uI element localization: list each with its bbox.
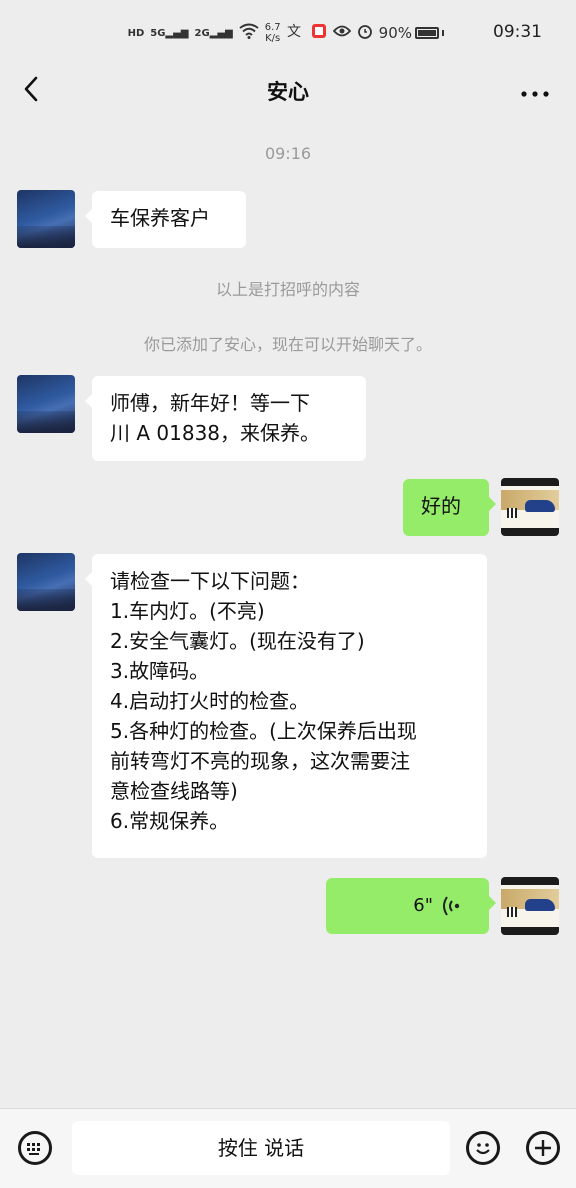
network-speed: 6.7 K/s: [264, 22, 281, 44]
message-bubble-incoming[interactable]: 请检查一下以下问题： 1.车内灯。(不亮) 2.安全气囊灯。(现在没有了) 3.…: [85, 554, 487, 858]
message-bubble-incoming[interactable]: 师傅，新年好！等一下 川 A 01838，来保养。: [85, 376, 366, 461]
signal-5g-icon: 5G▂▄▆: [150, 27, 189, 39]
translate-icon: 文: [287, 23, 305, 43]
message-bubble-incoming[interactable]: 车保养客户: [85, 191, 246, 248]
hold-to-talk-button[interactable]: 按住 说话: [72, 1121, 450, 1175]
input-bar: 按住 说话: [0, 1108, 576, 1188]
chat-timestamp: 09:16: [264, 144, 312, 163]
plus-icon: [535, 1140, 551, 1156]
message-line: 前转弯灯不亮的现象，这次需要注: [110, 749, 410, 773]
message-text: 好的: [421, 494, 461, 518]
message-line: 5.各种灯的检查。(上次保养后出现: [110, 719, 417, 743]
more-button[interactable]: [520, 84, 550, 97]
contact-avatar[interactable]: [17, 190, 75, 248]
message-line: 川 A 01838，来保养。: [110, 421, 321, 445]
message-line: 4.启动打火时的检查。: [110, 689, 310, 713]
self-avatar[interactable]: [501, 478, 559, 536]
battery-icon: [415, 27, 439, 39]
more-functions-button[interactable]: [526, 1131, 560, 1165]
contact-avatar[interactable]: [17, 375, 75, 433]
message-bubble-outgoing[interactable]: 好的: [403, 479, 496, 536]
message-line: 1.车内灯。(不亮): [110, 599, 265, 623]
svg-text:文: 文: [287, 24, 301, 39]
voice-duration: 6": [413, 895, 433, 916]
more-dots-icon: [521, 91, 549, 97]
message-text: 车保养客户: [110, 206, 210, 230]
contact-avatar[interactable]: [17, 553, 75, 611]
app-notification-icon: [311, 23, 327, 43]
message-line: 师傅，新年好！等一下: [110, 391, 310, 415]
signal-2g-icon: 2G▂▄▆: [194, 27, 233, 39]
alarm-icon: [357, 23, 373, 43]
system-message: 你已添加了安心，现在可以开始聊天了。: [143, 335, 432, 354]
message-line: 3.故障码。: [110, 659, 210, 683]
status-bar: HD 5G▂▄▆ 2G▂▄▆ 6.7 K/s 文 90% 09:31: [0, 0, 576, 66]
eye-icon: [332, 24, 351, 42]
voice-message-bubble[interactable]: 6": [326, 878, 496, 934]
emoji-icon: [476, 1143, 490, 1155]
message-line: 6.常规保养。: [110, 809, 230, 833]
status-icons: HD 5G▂▄▆ 2G▂▄▆ 6.7 K/s 文 90%: [128, 18, 444, 48]
emoji-button[interactable]: [466, 1131, 500, 1165]
message-line: 意检查线路等): [110, 779, 238, 803]
status-time: 09:31: [493, 22, 542, 42]
hd-badge: HD: [127, 27, 145, 39]
wifi-icon: [239, 23, 259, 43]
chat-header: 安心: [0, 66, 576, 112]
message-line: 2.安全气囊灯。(现在没有了): [110, 629, 365, 653]
system-message: 以上是打招呼的内容: [215, 280, 360, 299]
keyboard-icon: [27, 1143, 40, 1155]
chat-title: 安心: [267, 80, 309, 104]
battery-indicator: 90%: [379, 24, 444, 42]
self-avatar[interactable]: [501, 877, 559, 935]
keyboard-button[interactable]: [18, 1131, 52, 1165]
message-line: 请检查一下以下问题：: [110, 569, 310, 593]
voice-wave-icon: [443, 896, 460, 916]
